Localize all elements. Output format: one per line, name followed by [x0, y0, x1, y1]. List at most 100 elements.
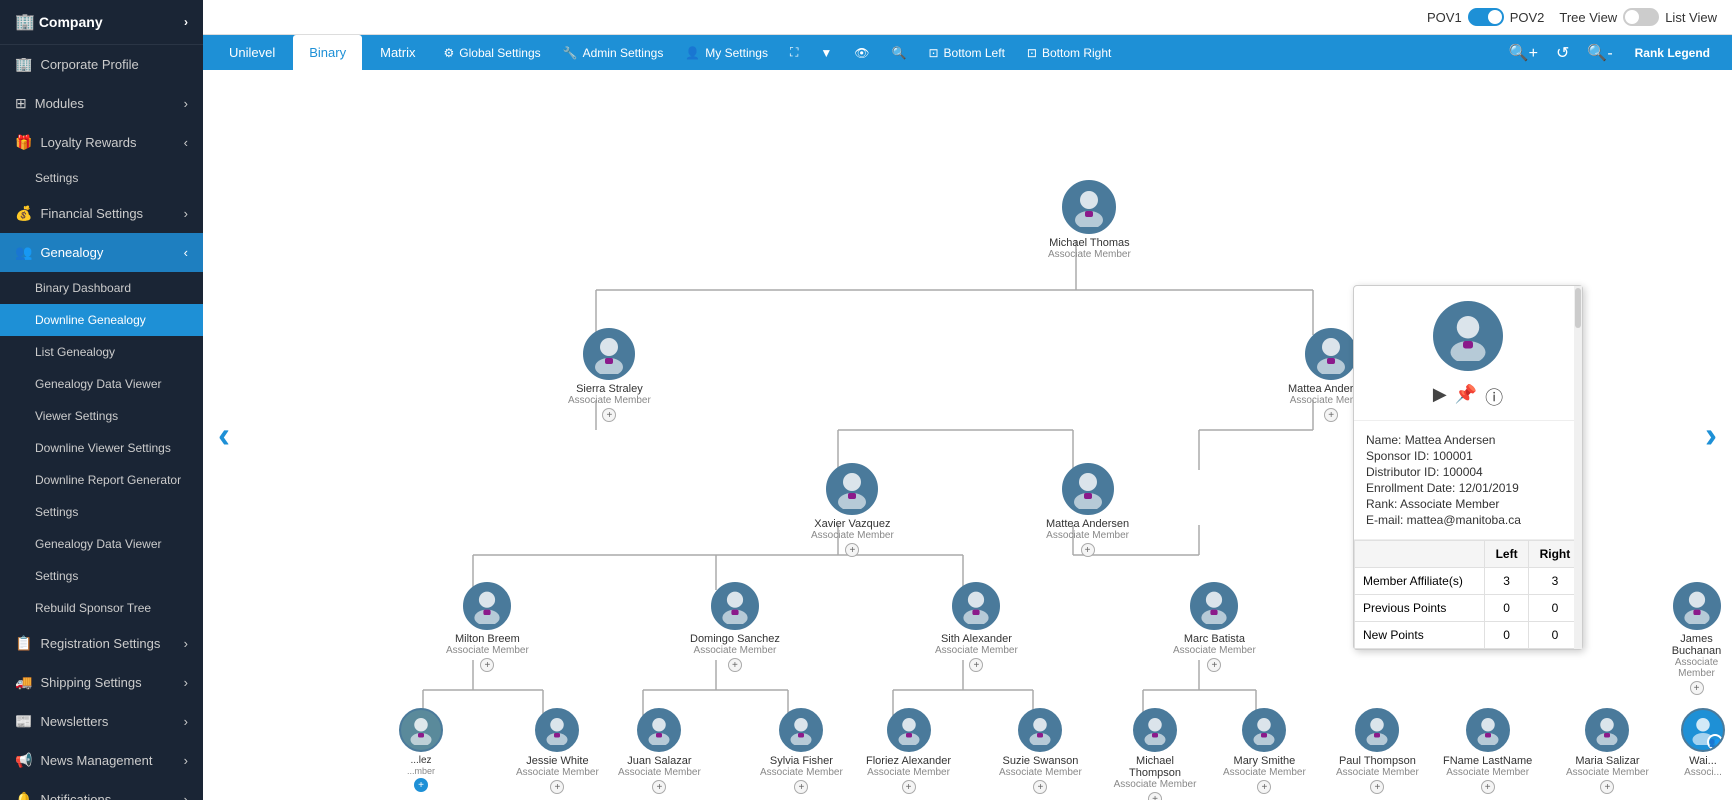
member-node-domingo-sanchez[interactable]: Domingo Sanchez Associate Member + [690, 582, 780, 672]
member-name-paul-thompson: Paul Thompson [1339, 755, 1416, 767]
toolbar-search[interactable]: 🔍 [882, 38, 917, 68]
expand-michael-thompson[interactable]: + [1148, 792, 1162, 800]
sidebar-subitem-viewer-settings[interactable]: Viewer Settings [0, 400, 203, 432]
member-node-juan-salazar[interactable]: Juan Salazar Associate Member + [618, 708, 701, 794]
pinterest-icon[interactable]: 📌 [1455, 384, 1477, 410]
member-node-fname-lastname[interactable]: FName LastName Associate Member + [1443, 708, 1532, 794]
expand-suzie-swanson[interactable]: + [1033, 780, 1047, 794]
sidebar-subitem-settings-lr[interactable]: Settings [0, 162, 203, 194]
tree-view-toggle[interactable]: Tree View List View [1559, 8, 1717, 26]
member-node-milton-breem[interactable]: Milton Breem Associate Member + [446, 582, 529, 672]
expand-sylvia-fisher[interactable]: + [794, 780, 808, 794]
sidebar-item-shipping-settings[interactable]: 🚚 Shipping Settings › [0, 663, 203, 702]
member-node-xavier-vazquez[interactable]: Xavier Vazquez Associate Member + [811, 463, 894, 557]
tree-list-switch[interactable] [1623, 8, 1659, 26]
member-node-sith-alexander[interactable]: Sith Alexander Associate Member + [935, 582, 1018, 672]
member-node-maria-salizar[interactable]: Maria Salizar Associate Member + [1566, 708, 1649, 794]
tab-matrix[interactable]: Matrix [364, 35, 431, 70]
nav-arrow-left[interactable]: ‹ [218, 414, 230, 456]
sidebar-item-financial-settings[interactable]: 💰 Financial Settings › [0, 194, 203, 233]
member-node-partial-left[interactable]: ...lez ...mber + [399, 708, 443, 792]
toolbar-my-settings[interactable]: 👤 My Settings [675, 38, 778, 68]
sidebar-subitem-genealogy-data-viewer-2[interactable]: Genealogy Data Viewer [0, 528, 203, 560]
avatar-sierra-straley [583, 328, 635, 380]
toolbar-expand[interactable]: ⛶ [780, 37, 808, 68]
sidebar-item-label: Registration Settings [40, 636, 160, 651]
toolbar-global-settings[interactable]: ⚙ Global Settings [434, 38, 551, 68]
expand-mattea-andersen-l1[interactable]: + [1324, 408, 1338, 422]
sidebar-subitem-rebuild-sponsor-tree[interactable]: Rebuild Sponsor Tree [0, 592, 203, 624]
expand-paul-thompson[interactable]: + [1370, 780, 1384, 794]
member-node-michael-thomas[interactable]: Michael Thomas Associate Member [1048, 180, 1131, 260]
member-node-floriez-alexander[interactable]: Floriez Alexander Associate Member + [866, 708, 951, 794]
expand-xavier-vazquez[interactable]: + [845, 543, 859, 557]
member-role-suzie-swanson: Associate Member [999, 767, 1082, 778]
expand-partial[interactable]: + [414, 778, 428, 792]
sidebar-subitem-downline-report-generator[interactable]: Downline Report Generator [0, 464, 203, 496]
member-node-paul-thompson[interactable]: Paul Thompson Associate Member + [1336, 708, 1419, 794]
member-node-michael-thompson[interactable]: Michael Thompson Associate Member + [1110, 708, 1200, 800]
member-node-mary-smithe[interactable]: Mary Smithe Associate Member + [1223, 708, 1306, 794]
avatar-sith-alexander [952, 582, 1000, 630]
avatar-sylvia-fisher [779, 708, 823, 752]
pov-switch[interactable] [1468, 8, 1504, 26]
zoom-out-button[interactable]: 🔍- [1579, 37, 1620, 69]
member-node-suzie-swanson[interactable]: Suzie Swanson Associate Member + [999, 708, 1082, 794]
sidebar-item-notifications[interactable]: 🔔 Notifications › [0, 780, 203, 800]
refresh-button[interactable]: ↺ [1548, 37, 1577, 69]
instagram-icon[interactable]: ⓘ [1485, 384, 1503, 410]
member-node-sylvia-fisher[interactable]: Sylvia Fisher Associate Member + [760, 708, 843, 794]
expand-marc-batista[interactable]: + [1207, 658, 1221, 672]
admin-settings-icon: 🔧 [563, 46, 578, 60]
sidebar-item-loyalty-rewards[interactable]: 🎁 Loyalty Rewards ‹ [0, 123, 203, 162]
notifications-icon: 🔔 [15, 791, 32, 800]
rank-legend-button[interactable]: Rank Legend [1623, 38, 1722, 68]
expand-jessie-white[interactable]: + [550, 780, 564, 794]
sidebar-subitem-settings-gen2[interactable]: Settings [0, 560, 203, 592]
sidebar-subitem-settings-gen[interactable]: Settings [0, 496, 203, 528]
expand-maria-salizar[interactable]: + [1600, 780, 1614, 794]
toolbar-admin-settings[interactable]: 🔧 Admin Settings [553, 38, 674, 68]
sidebar-item-corporate-profile[interactable]: 🏢 Corporate Profile [0, 45, 203, 84]
member-node-mattea-andersen-l2[interactable]: Mattea Andersen Associate Member + [1046, 463, 1129, 557]
sidebar-subitem-binary-dashboard[interactable]: Binary Dashboard [0, 272, 203, 304]
sidebar-subitem-genealogy-data-viewer-1[interactable]: Genealogy Data Viewer [0, 368, 203, 400]
sidebar-header[interactable]: 🏢 Company › [0, 0, 203, 45]
expand-mary-smithe[interactable]: + [1257, 780, 1271, 794]
member-node-marc-batista[interactable]: Marc Batista Associate Member + [1173, 582, 1256, 672]
expand-juan-salazar[interactable]: + [652, 780, 666, 794]
sidebar-subitem-downline-genealogy[interactable]: Downline Genealogy [0, 304, 203, 336]
expand-domingo-sanchez[interactable]: + [728, 658, 742, 672]
expand-sith-alexander[interactable]: + [969, 658, 983, 672]
member-node-wai[interactable]: 👥 Wai... Associ... [1681, 708, 1725, 778]
member-node-sierra-straley[interactable]: Sierra Straley Associate Member + [568, 328, 651, 422]
sidebar-item-genealogy[interactable]: 👥 Genealogy ‹ [0, 233, 203, 272]
expand-milton-breem[interactable]: + [480, 658, 494, 672]
expand-sierra-straley[interactable]: + [602, 408, 616, 422]
nav-arrow-right[interactable]: › [1705, 414, 1717, 456]
sidebar-item-modules[interactable]: ⊞ Modules › [0, 84, 203, 123]
expand-floriez-alexander[interactable]: + [902, 780, 916, 794]
expand-mattea-andersen-l2[interactable]: + [1081, 543, 1095, 557]
sidebar-subitem-list-genealogy[interactable]: List Genealogy [0, 336, 203, 368]
tab-unilevel[interactable]: Unilevel [213, 35, 291, 70]
toolbar-bottom-right[interactable]: ⊡ Bottom Right [1017, 38, 1121, 68]
member-node-james-buchanan[interactable]: James Buchanan Associate Member + [1661, 582, 1732, 695]
popup-scrollbar[interactable] [1574, 286, 1582, 649]
bottom-right-icon: ⊡ [1027, 46, 1037, 60]
sidebar-item-news-management[interactable]: 📢 News Management › [0, 741, 203, 780]
member-node-jessie-white[interactable]: Jessie White Associate Member + [516, 708, 599, 794]
avatar-james-buchanan [1673, 582, 1721, 630]
expand-james-buchanan[interactable]: + [1690, 681, 1704, 695]
sidebar-item-registration-settings[interactable]: 📋 Registration Settings › [0, 624, 203, 663]
sidebar-subitem-downline-viewer-settings[interactable]: Downline Viewer Settings [0, 432, 203, 464]
youtube-icon[interactable]: ▶ [1433, 384, 1447, 410]
toolbar-bottom-left[interactable]: ⊡ Bottom Left [918, 38, 1014, 68]
expand-fname-lastname[interactable]: + [1481, 780, 1495, 794]
toolbar-filter[interactable]: ▼ [810, 38, 842, 68]
tab-binary[interactable]: Binary [293, 35, 362, 70]
zoom-in-button[interactable]: 🔍+ [1501, 37, 1546, 69]
toolbar-eye[interactable]: 👁 [844, 38, 879, 68]
pov-toggle[interactable]: POV1 POV2 [1427, 8, 1544, 26]
sidebar-item-newsletters[interactable]: 📰 Newsletters › [0, 702, 203, 741]
